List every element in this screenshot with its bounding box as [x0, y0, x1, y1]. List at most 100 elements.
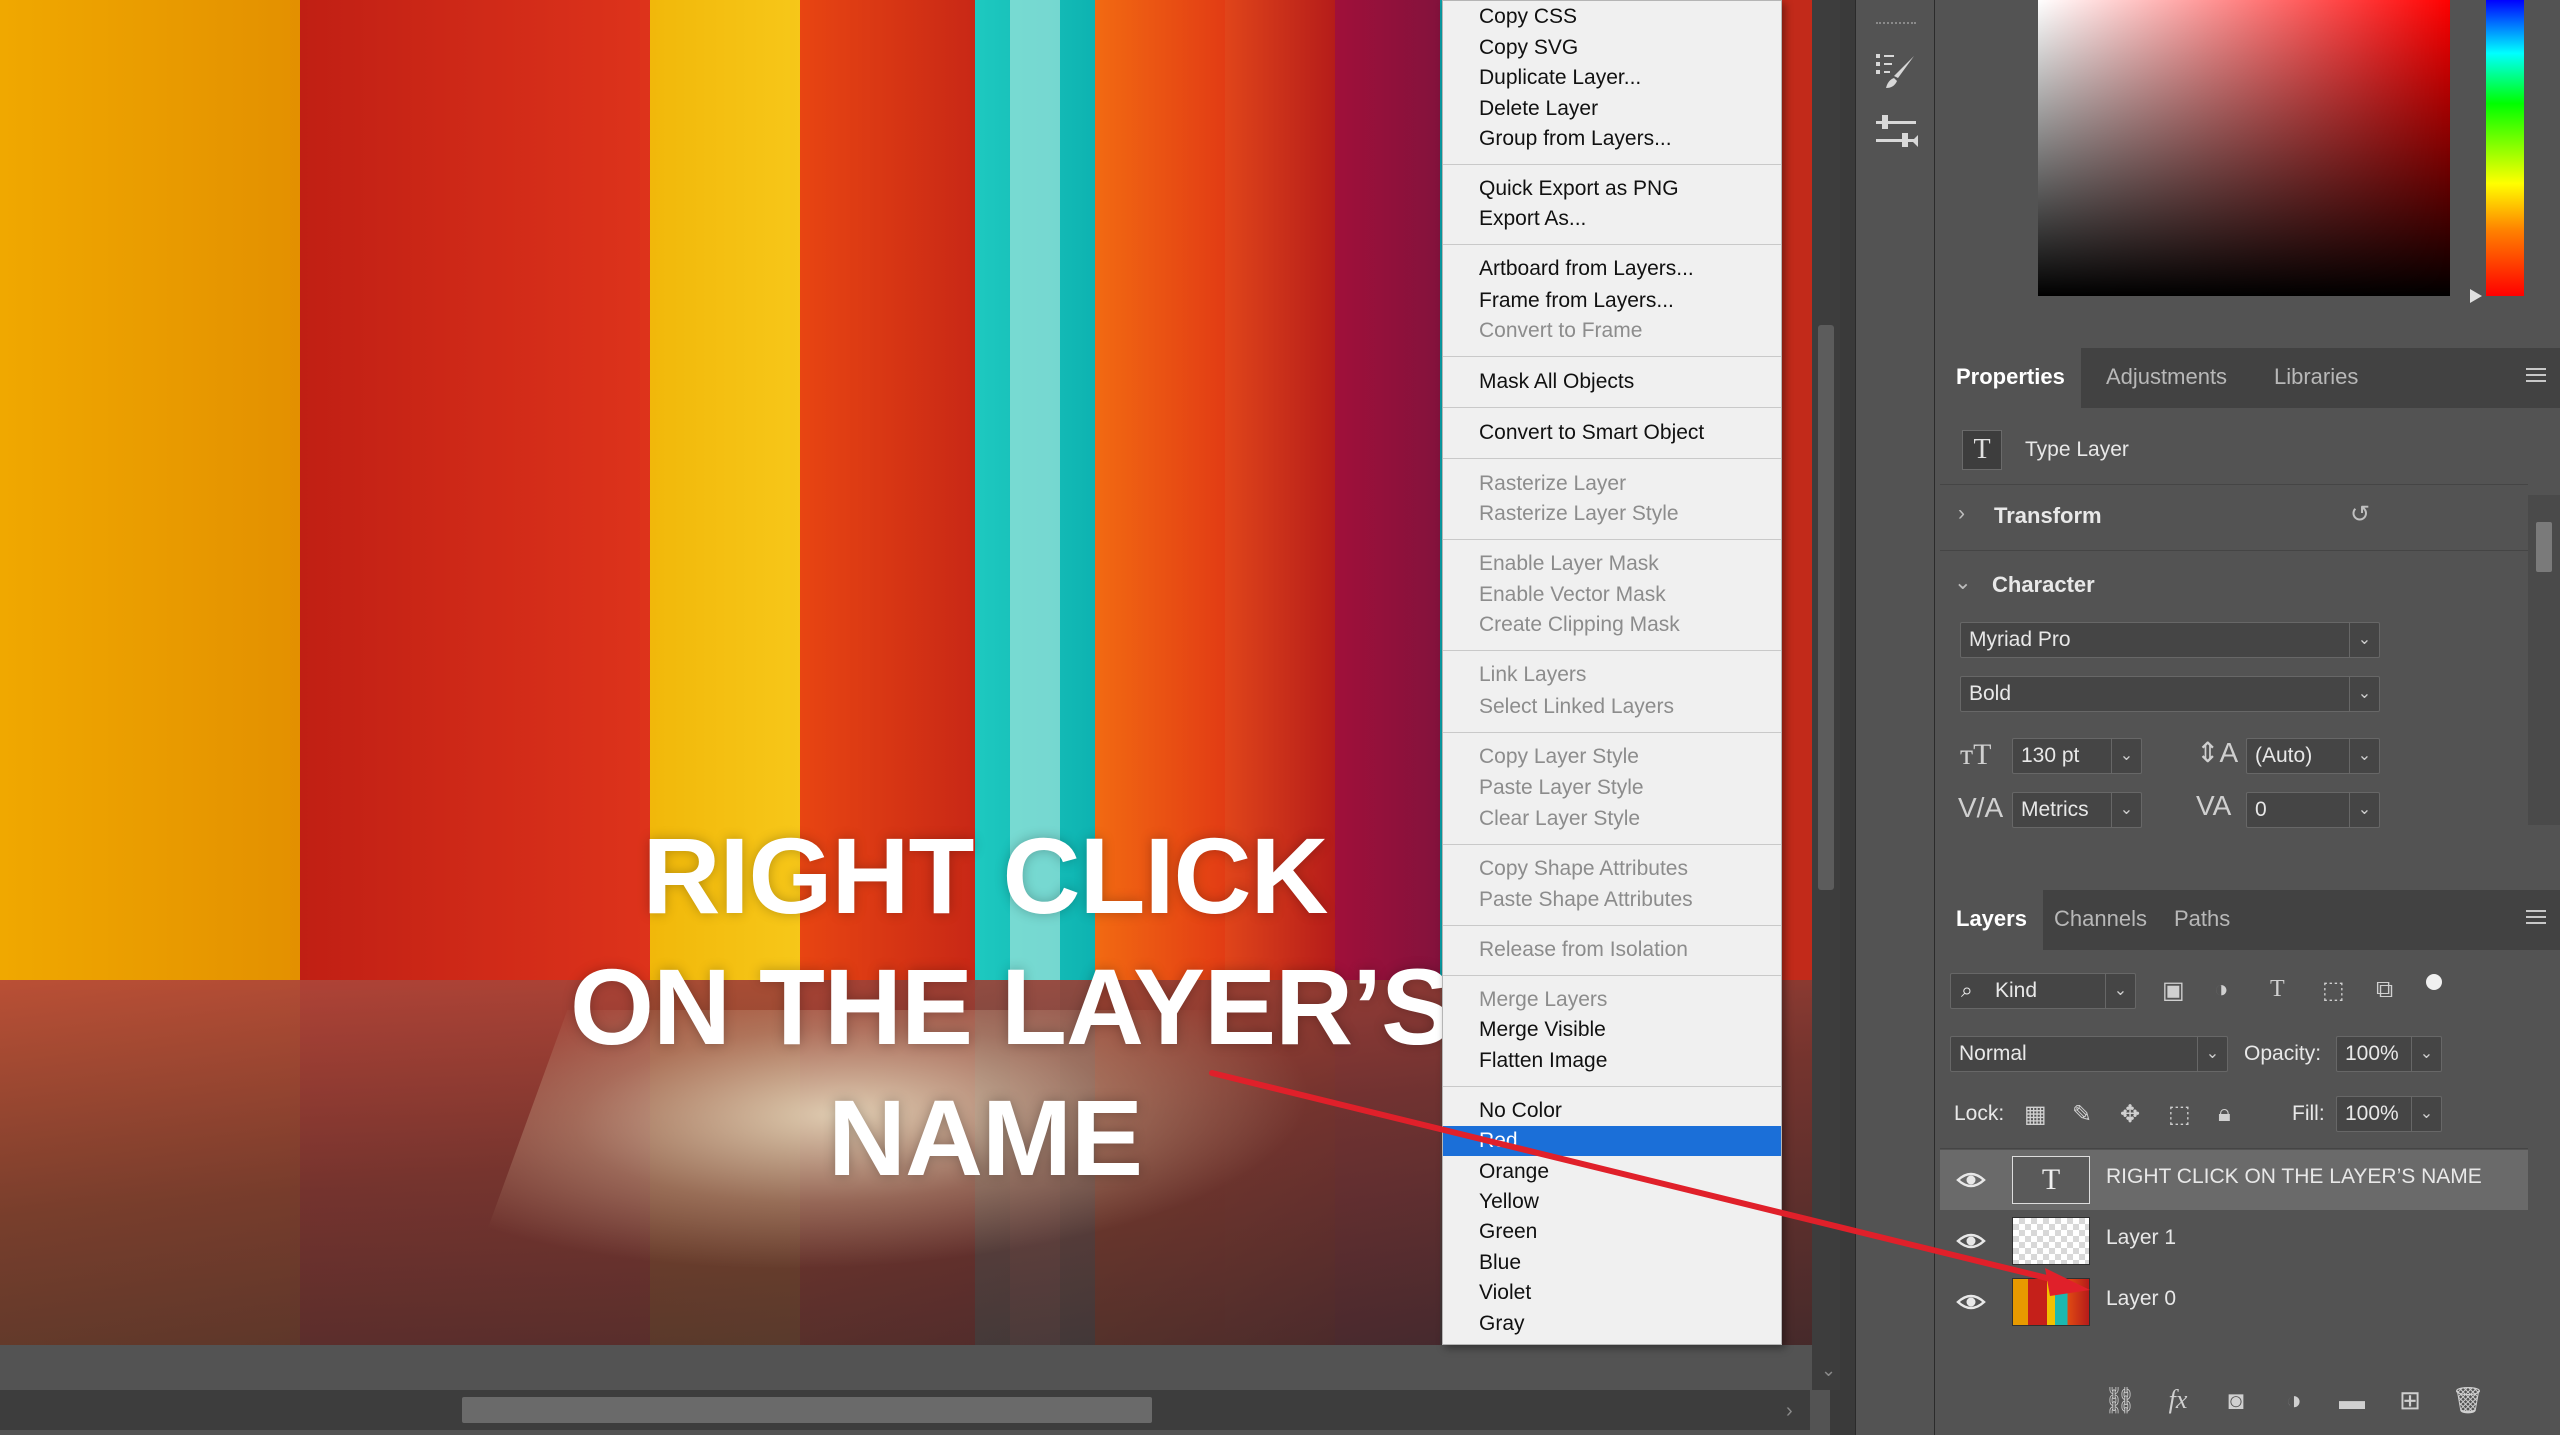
canvas-overlay-text: RIGHT CLICK ON THE LAYER’S NAME [570, 810, 1453, 1203]
kerning-field[interactable]: Metrics ⌄ [2012, 792, 2142, 828]
delete-layer-trash-icon[interactable]: 🗑︎ [2448, 1380, 2488, 1420]
eye-icon[interactable] [1956, 1168, 1986, 1192]
lock-position-icon[interactable]: ✥ [2120, 1100, 2140, 1129]
eye-icon[interactable] [1956, 1290, 1986, 1314]
menu-separator [1443, 458, 1781, 459]
filter-toggle-icon[interactable] [2426, 974, 2442, 990]
chevron-down-icon: ⌄ [2411, 1097, 2441, 1131]
menu-item-merge-visible[interactable]: Merge Visible [1443, 1015, 1781, 1045]
menu-item-quick-export-png[interactable]: Quick Export as PNG [1443, 174, 1781, 204]
chevron-down-icon: ⌄ [2111, 739, 2141, 773]
menu-item-duplicate-layer[interactable]: Duplicate Layer... [1443, 63, 1781, 93]
menu-item-frame-from-layers[interactable]: Frame from Layers... [1443, 286, 1781, 316]
menu-item-violet[interactable]: Violet [1443, 1278, 1781, 1308]
adjustment-sliders-icon[interactable] [1866, 103, 1926, 163]
panel-menu-icon[interactable] [2526, 368, 2546, 386]
filter-adjustment-icon[interactable]: ◑ [2214, 976, 2229, 1004]
opacity-field[interactable]: 100% ⌄ [2336, 1036, 2442, 1072]
fill-field[interactable]: 100% ⌄ [2336, 1096, 2442, 1132]
menu-item-gray[interactable]: Gray [1443, 1309, 1781, 1339]
menu-separator [1443, 975, 1781, 976]
hue-slider[interactable] [2486, 0, 2524, 296]
chevron-down-icon: ⌄ [2411, 1037, 2441, 1071]
new-layer-icon[interactable]: ⊞ [2390, 1380, 2430, 1420]
font-style-select[interactable]: Bold ⌄ [1960, 676, 2380, 712]
toolbar-grip[interactable] [1876, 22, 1916, 26]
filter-shape-icon[interactable]: ⬚ [2322, 976, 2345, 1005]
lock-all-icon[interactable]: 🔒︎ [2218, 1100, 2231, 1128]
menu-item-copy-svg[interactable]: Copy SVG [1443, 33, 1781, 63]
character-section-title[interactable]: Character [1992, 572, 2095, 598]
menu-item-red[interactable]: Red [1443, 1126, 1781, 1156]
properties-scroll-thumb[interactable] [2536, 522, 2552, 572]
menu-item-flatten-image[interactable]: Flatten Image [1443, 1046, 1781, 1076]
menu-item-orange[interactable]: Orange [1443, 1157, 1781, 1187]
menu-item-enable-layer-mask: Enable Layer Mask [1479, 552, 1659, 575]
menu-item-export-as[interactable]: Export As... [1443, 204, 1781, 234]
lock-image-pixels-icon[interactable]: ✎ [2072, 1100, 2092, 1129]
panel-menu-icon[interactable] [2526, 910, 2546, 928]
scroll-right-arrow-icon[interactable]: › [1786, 1400, 1793, 1423]
filter-pixel-icon[interactable]: ▣ [2162, 976, 2185, 1005]
layer-filter-kind[interactable]: ⌕ Kind ⌄ [1950, 973, 2136, 1009]
menu-item-mask-all-objects[interactable]: Mask All Objects [1443, 367, 1781, 397]
horizontal-scroll-thumb[interactable] [462, 1397, 1152, 1423]
menu-item-select-linked-layers: Select Linked Layers [1479, 695, 1674, 718]
tab-paths[interactable]: Paths [2158, 890, 2246, 950]
link-layers-icon[interactable]: ⛓︎ [2100, 1380, 2140, 1420]
filter-smart-object-icon[interactable]: ⧉ [2376, 976, 2393, 1004]
text-layer-thumbnail-icon: T [2012, 1156, 2090, 1204]
menu-item-no-color[interactable]: No Color [1443, 1096, 1781, 1126]
leading-value: (Auto) [2255, 744, 2313, 767]
menu-item-convert-to-smart-object[interactable]: Convert to Smart Object [1443, 418, 1781, 448]
layer-context-menu[interactable]: Copy CSS Copy SVG Duplicate Layer... Del… [1442, 0, 1782, 1345]
layer-row-layer-0[interactable]: Layer 0 [1940, 1272, 2528, 1332]
menu-item-delete-layer[interactable]: Delete Layer [1443, 94, 1781, 124]
font-family-select[interactable]: Myriad Pro ⌄ [1960, 622, 2380, 658]
layer-name[interactable]: Layer 0 [2106, 1287, 2176, 1311]
menu-item-group-from-layers[interactable]: Group from Layers... [1443, 124, 1781, 154]
layer-row-layer-1[interactable]: Layer 1 [1940, 1211, 2528, 1271]
chevron-right-icon[interactable]: › [1958, 502, 1965, 526]
layer-style-fx-icon[interactable]: fx [2158, 1380, 2198, 1420]
reset-transform-icon[interactable]: ↺ [2350, 500, 2370, 529]
brush-settings-icon[interactable] [1866, 40, 1926, 100]
blend-mode-select[interactable]: Normal ⌄ [1950, 1036, 2228, 1072]
lock-transparent-pixels-icon[interactable]: ▦ [2024, 1100, 2047, 1129]
add-mask-icon[interactable]: ◙ [2216, 1380, 2256, 1420]
tracking-field[interactable]: 0 ⌄ [2246, 792, 2380, 828]
tab-channels[interactable]: Channels [2038, 890, 2163, 950]
new-group-folder-icon[interactable]: ▬ [2332, 1380, 2372, 1420]
leading-field[interactable]: (Auto) ⌄ [2246, 738, 2380, 774]
tab-libraries[interactable]: Libraries [2258, 348, 2374, 408]
filter-type-icon[interactable]: T [2270, 976, 2285, 1003]
chevron-down-icon: ⌄ [2105, 974, 2135, 1008]
layer-name[interactable]: RIGHT CLICK ON THE LAYER’S NAME [2106, 1165, 2482, 1189]
adjustment-layer-icon[interactable]: ◑ [2274, 1380, 2314, 1420]
menu-item-copy-css[interactable]: Copy CSS [1443, 2, 1781, 32]
eye-icon[interactable] [1956, 1229, 1986, 1253]
tab-layers[interactable]: Layers [1940, 890, 2043, 950]
overlay-line-3: NAME [828, 1077, 1143, 1198]
chevron-down-icon: ⌄ [2349, 623, 2379, 657]
font-size-field[interactable]: 130 pt ⌄ [2012, 738, 2142, 774]
menu-separator [1443, 407, 1781, 408]
menu-separator [1443, 539, 1781, 540]
layer-name[interactable]: Layer 1 [2106, 1226, 2176, 1250]
tab-adjustments[interactable]: Adjustments [2090, 348, 2243, 408]
menu-item-yellow[interactable]: Yellow [1443, 1187, 1781, 1217]
color-picker-field[interactable] [2038, 0, 2450, 296]
chevron-down-icon[interactable]: ⌄ [1954, 570, 1972, 595]
menu-item-blue[interactable]: Blue [1443, 1248, 1781, 1278]
hue-slider-marker[interactable] [2470, 289, 2482, 303]
layer-row-text[interactable]: T RIGHT CLICK ON THE LAYER’S NAME [1940, 1150, 2528, 1210]
tab-properties[interactable]: Properties [1940, 348, 2081, 408]
menu-item-artboard-from-layers[interactable]: Artboard from Layers... [1443, 254, 1781, 284]
lock-artboard-icon[interactable]: ⬚ [2168, 1100, 2191, 1129]
menu-item-green[interactable]: Green [1443, 1217, 1781, 1247]
transform-section-title[interactable]: Transform [1994, 503, 2102, 529]
image-layer-thumbnail [2012, 1278, 2090, 1326]
scroll-down-arrow-icon[interactable]: ⌄ [1821, 1360, 1836, 1381]
vertical-scroll-thumb[interactable] [1818, 325, 1834, 890]
font-family-value: Myriad Pro [1969, 628, 2071, 651]
